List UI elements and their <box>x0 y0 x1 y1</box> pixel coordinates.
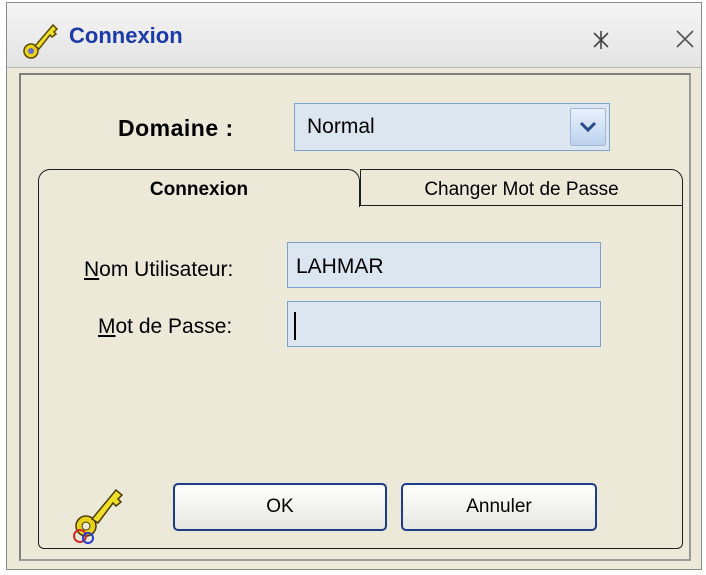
username-label-key: N <box>84 258 100 281</box>
domain-label: Domaine : <box>118 115 234 141</box>
password-label-text: ot de Passe: <box>115 315 233 338</box>
pin-icon[interactable] <box>590 29 612 51</box>
title-bar[interactable]: Connexion <box>7 3 701 68</box>
window-title: Connexion <box>69 23 183 48</box>
key-icon <box>73 488 124 544</box>
domain-select-value: Normal <box>307 115 375 138</box>
tab-connexion-label: Connexion <box>149 179 249 200</box>
username-input[interactable]: LAHMAR <box>287 242 601 288</box>
ok-button[interactable]: OK <box>173 483 387 531</box>
text-cursor <box>294 312 296 340</box>
dropdown-button[interactable] <box>570 108 606 146</box>
username-label: Nom Utilisateur: <box>84 258 233 282</box>
password-input[interactable] <box>287 301 601 347</box>
tab-change-password-label: Changer Mot de Passe <box>424 179 619 200</box>
chevron-down-icon <box>579 121 597 133</box>
domain-select[interactable]: Normal <box>294 103 610 151</box>
close-icon[interactable] <box>671 25 699 53</box>
cancel-button[interactable]: Annuler <box>401 483 597 531</box>
tab-connexion[interactable]: Connexion <box>38 169 360 207</box>
tab-change-password[interactable]: Changer Mot de Passe <box>360 169 683 206</box>
username-label-text: om Utilisateur: <box>99 258 234 281</box>
password-label: Mot de Passe: <box>98 315 232 339</box>
password-label-key: M <box>98 315 116 338</box>
key-icon <box>23 23 59 59</box>
username-input-value: LAHMAR <box>296 255 384 278</box>
